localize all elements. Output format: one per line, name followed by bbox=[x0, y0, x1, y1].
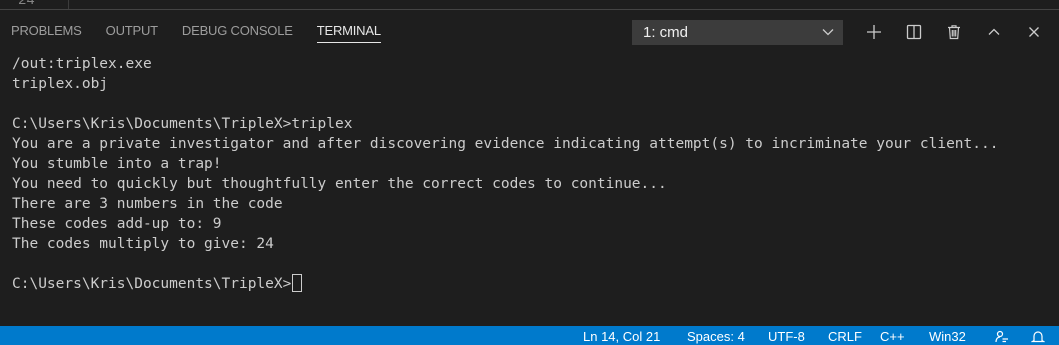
terminal-line: There are 3 numbers in the code bbox=[12, 196, 283, 212]
split-terminal-button[interactable] bbox=[898, 20, 930, 44]
terminal-prompt-line: C:\Users\Kris\Documents\TripleX> bbox=[12, 274, 998, 294]
terminal-line: These codes add-up to: 9 bbox=[12, 216, 222, 232]
status-eol[interactable]: CRLF bbox=[828, 329, 862, 345]
panel-tabs: PROBLEMS OUTPUT DEBUG CONSOLE TERMINAL bbox=[0, 10, 393, 52]
gutter-divider bbox=[68, 0, 69, 9]
tab-output[interactable]: OUTPUT bbox=[94, 10, 170, 52]
tab-terminal[interactable]: TERMINAL bbox=[305, 10, 393, 52]
chevron-up-icon bbox=[988, 28, 1000, 35]
terminal-line: The codes multiply to give: 24 bbox=[12, 236, 274, 252]
status-cursor-position[interactable]: Ln 14, Col 21 bbox=[583, 329, 660, 345]
panel-actions bbox=[858, 20, 1058, 44]
terminal-select[interactable]: 1: cmd bbox=[632, 20, 843, 45]
status-indentation[interactable]: Spaces: 4 bbox=[687, 329, 745, 345]
plus-icon bbox=[867, 25, 881, 39]
trash-icon bbox=[948, 25, 960, 40]
terminal-line: You need to quickly but thoughtfully ent… bbox=[12, 176, 667, 192]
new-terminal-button[interactable] bbox=[858, 20, 890, 44]
close-panel-button[interactable] bbox=[1018, 20, 1050, 44]
tab-terminal-label: TERMINAL bbox=[316, 23, 381, 43]
terminal-line: C:\Users\Kris\Documents\TripleX>triplex bbox=[12, 116, 353, 132]
line-number: 24 bbox=[18, 0, 35, 9]
terminal-line: You stumble into a trap! bbox=[12, 156, 222, 172]
kill-terminal-button[interactable] bbox=[938, 20, 970, 44]
terminal-select-value: 1: cmd bbox=[643, 24, 689, 41]
terminal-cursor[interactable] bbox=[292, 274, 303, 292]
close-icon bbox=[1029, 27, 1039, 37]
terminal-line: You are a private investigator and after… bbox=[12, 136, 999, 152]
status-bar: Ln 14, Col 21 Spaces: 4 UTF-8 CRLF C++ W… bbox=[0, 326, 1059, 345]
maximize-panel-button[interactable] bbox=[978, 20, 1010, 44]
terminal-output[interactable]: /out:triplex.exe triplex.obj C:\Users\Kri… bbox=[12, 54, 998, 294]
terminal-prompt: C:\Users\Kris\Documents\TripleX> bbox=[12, 276, 292, 292]
bell-icon[interactable] bbox=[1031, 330, 1045, 344]
terminal-line: /out:triplex.exe bbox=[12, 56, 152, 72]
tab-problems[interactable]: PROBLEMS bbox=[0, 10, 94, 52]
terminal-line: triplex.obj bbox=[12, 76, 109, 92]
tab-debug-console[interactable]: DEBUG CONSOLE bbox=[170, 10, 305, 52]
status-encoding[interactable]: UTF-8 bbox=[768, 329, 805, 345]
status-platform[interactable]: Win32 bbox=[929, 329, 966, 345]
chevron-down-icon bbox=[822, 29, 834, 36]
status-language[interactable]: C++ bbox=[880, 329, 905, 345]
split-terminal-icon bbox=[906, 24, 922, 40]
editor-area: 24 bbox=[0, 0, 1059, 9]
feedback-icon[interactable] bbox=[995, 330, 1009, 344]
